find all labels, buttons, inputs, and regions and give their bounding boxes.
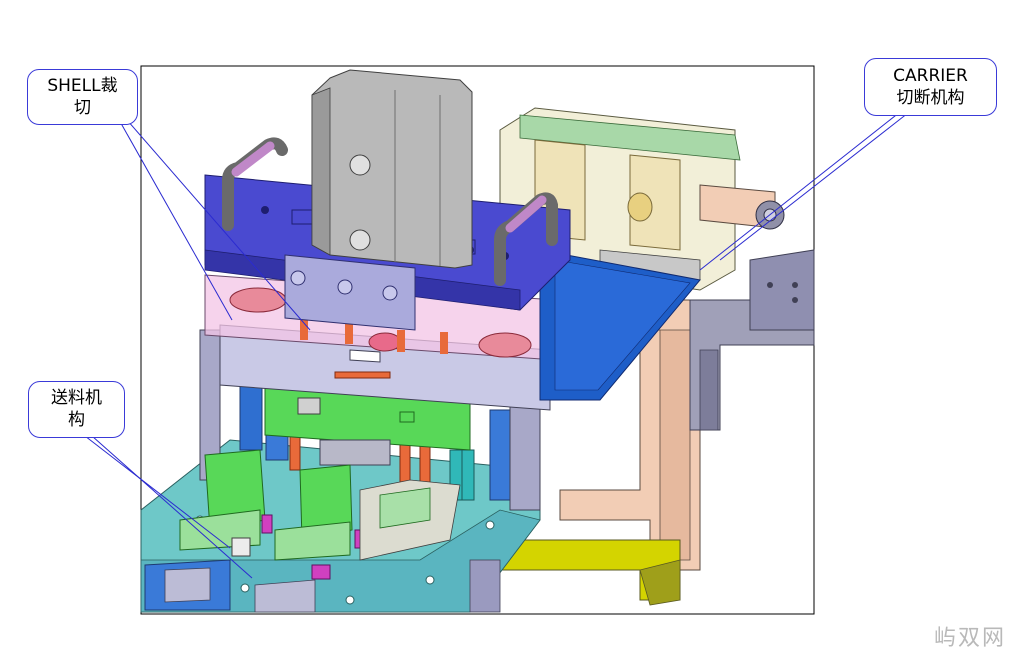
callout-carrier-line2: 切断机构 (896, 88, 965, 108)
callout-feed-line2: 构 (68, 410, 85, 430)
callout-shell-line1: SHELL裁 (47, 76, 118, 96)
diagram-canvas: SHELL裁 切 CARRIER 切断机构 送料机 构 屿双网 (0, 0, 1020, 658)
callout-shell-cutting: SHELL裁 切 (27, 69, 138, 125)
watermark-logo: 屿双网 (933, 626, 1006, 651)
callout-shell-line2: 切 (74, 98, 91, 118)
callout-feed-mechanism: 送料机 构 (28, 381, 125, 438)
cylinder-icon (311, 69, 473, 269)
callout-carrier-line1: CARRIER (893, 66, 968, 86)
cutter-block (284, 254, 416, 331)
callout-carrier-cutting: CARRIER 切断机构 (864, 58, 997, 116)
callout-feed-line1: 送料机 (51, 388, 102, 408)
